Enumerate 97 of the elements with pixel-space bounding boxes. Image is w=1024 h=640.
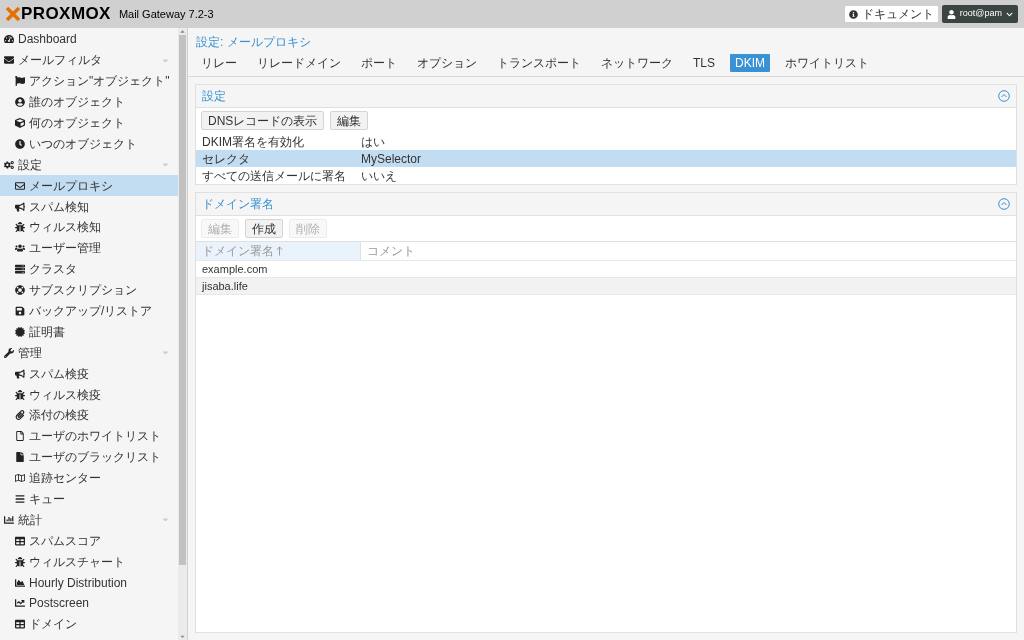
tab[interactable]: ネットワーク <box>596 54 678 72</box>
table-row[interactable]: jisaba.life <box>196 278 1016 295</box>
toolbar-button[interactable]: DNSレコードの表示 <box>201 111 325 130</box>
sidebar-item[interactable]: サブスクリプション <box>0 279 178 301</box>
certificate-icon <box>15 326 25 337</box>
collapse-icon[interactable] <box>998 198 1010 210</box>
area-chart-icon <box>15 577 25 588</box>
sidebar-group[interactable]: 統計 <box>0 509 178 531</box>
property-name: DKIM署名を有効化 <box>201 133 305 151</box>
property-row[interactable]: すべての送信メールに署名 いいえ <box>196 167 1016 184</box>
clock-icon <box>15 138 25 149</box>
sidebar-item[interactable]: 誰のオブジェクト <box>0 91 178 113</box>
settings-icon <box>4 159 14 170</box>
scrollbar-thumb[interactable] <box>179 35 186 565</box>
envelope-icon <box>4 55 14 66</box>
panel-title: 設定 <box>202 88 226 105</box>
sidebar-item[interactable]: アクション"オブジェクト" <box>0 70 178 92</box>
megaphone-icon <box>15 368 25 379</box>
tab[interactable]: ポート <box>356 54 402 72</box>
file-icon <box>15 452 25 463</box>
file-icon <box>15 431 25 442</box>
users-icon <box>15 243 25 254</box>
table-icon <box>15 535 25 546</box>
sidebar-group[interactable]: Dashboard <box>0 29 178 50</box>
property-row[interactable]: DKIM署名を有効化 はい <box>196 133 1016 150</box>
sidebar-item[interactable]: クラスタ <box>0 258 178 280</box>
info-icon <box>848 9 858 19</box>
megaphone-icon <box>15 201 25 212</box>
x-logo-icon <box>6 7 20 21</box>
property-value: いいえ <box>361 167 397 185</box>
sidebar-item[interactable]: 証明書 <box>0 321 178 343</box>
property-name: セレクタ <box>201 150 251 168</box>
flag-icon <box>15 76 25 87</box>
bug-icon <box>15 556 25 567</box>
user-menu-button[interactable]: root@pam <box>941 5 1018 23</box>
sidebar-item[interactable]: ウィルス検知 <box>0 217 178 238</box>
cube-icon <box>15 118 25 128</box>
sidebar-group[interactable]: 管理 <box>0 342 178 364</box>
sidebar-item[interactable]: ユーザー管理 <box>0 237 178 259</box>
domain-cell-text: jisaba.life <box>202 278 248 294</box>
collapse-icon[interactable] <box>998 90 1010 102</box>
sidebar-item[interactable]: バックアップ/リストア <box>0 300 178 322</box>
bug-icon <box>15 222 25 233</box>
sidebar-item[interactable]: ユーザのブラックリスト <box>0 446 178 468</box>
sidebar-item[interactable]: Postscreen <box>0 593 178 614</box>
toolbar-button[interactable]: 編集 <box>330 111 369 130</box>
paperclip-icon <box>15 410 25 421</box>
sort-arrow-icon <box>276 246 283 256</box>
line-chart-icon <box>15 598 25 609</box>
tab[interactable]: トランスポート <box>492 54 586 72</box>
table-icon <box>15 619 25 630</box>
user-icon <box>946 9 956 19</box>
product-version: Mail Gateway 7.2-3 <box>118 6 214 22</box>
life-ring-icon <box>15 285 25 296</box>
scroll-down-icon[interactable] <box>179 633 186 640</box>
panel-title: ドメイン署名 <box>202 196 274 213</box>
sidebar-item[interactable]: 追跡センター <box>0 467 178 489</box>
logo-text: PROXMOX <box>21 3 111 26</box>
sidebar-item[interactable]: 添付の検疫 <box>0 405 178 426</box>
sidebar-item[interactable]: いつのオブジェクト <box>0 133 178 155</box>
server-icon <box>15 264 25 275</box>
list-icon <box>15 494 25 505</box>
envelope-icon <box>15 180 25 191</box>
scroll-up-icon[interactable] <box>179 28 186 35</box>
map-icon <box>15 473 25 484</box>
sidebar-item[interactable]: Hourly Distribution <box>0 572 178 594</box>
sidebar-group[interactable]: メールフィルタ <box>0 49 178 71</box>
bar-chart-icon <box>4 514 14 525</box>
sidebar-item[interactable]: ドメイン <box>0 613 178 635</box>
sidebar-item[interactable]: 何のオブジェクト <box>0 112 178 134</box>
page-title: 設定: メールプロキシ <box>196 34 312 51</box>
scrollbar[interactable] <box>178 28 187 640</box>
property-row[interactable]: セレクタ MySelector <box>196 150 1016 167</box>
docs-button[interactable]: ドキュメント <box>844 6 938 22</box>
caret-icon <box>1006 10 1013 18</box>
tab[interactable]: TLS <box>688 54 720 72</box>
sidebar-item[interactable]: スパム検知 <box>0 196 178 217</box>
sidebar-item[interactable]: スパム検疫 <box>0 363 178 385</box>
tab[interactable]: リレードメイン <box>252 54 346 72</box>
toolbar-button[interactable]: 作成 <box>245 219 283 238</box>
bug-icon <box>15 389 25 400</box>
property-value: はい <box>361 133 385 151</box>
tab[interactable]: リレー <box>196 54 242 72</box>
sidebar-item[interactable]: ウィルスチャート <box>0 551 178 573</box>
dashboard-icon <box>4 34 14 45</box>
sidebar-group[interactable]: 設定 <box>0 154 178 176</box>
property-name: すべての送信メールに署名 <box>201 167 347 185</box>
tab[interactable]: ホワイトリスト <box>780 54 874 72</box>
sidebar-item[interactable]: キュー <box>0 488 178 510</box>
wrench-icon <box>4 347 14 358</box>
property-value: MySelector <box>361 150 422 168</box>
domain-cell-text: example.com <box>202 261 268 277</box>
sidebar-item[interactable]: ウィルス検疫 <box>0 384 178 406</box>
tab[interactable]: オプション <box>412 54 482 72</box>
sidebar-item[interactable]: ユーザのホワイトリスト <box>0 425 178 447</box>
sidebar-item[interactable]: メールプロキシ <box>0 175 178 197</box>
sidebar-item[interactable]: スパムスコア <box>0 530 178 552</box>
